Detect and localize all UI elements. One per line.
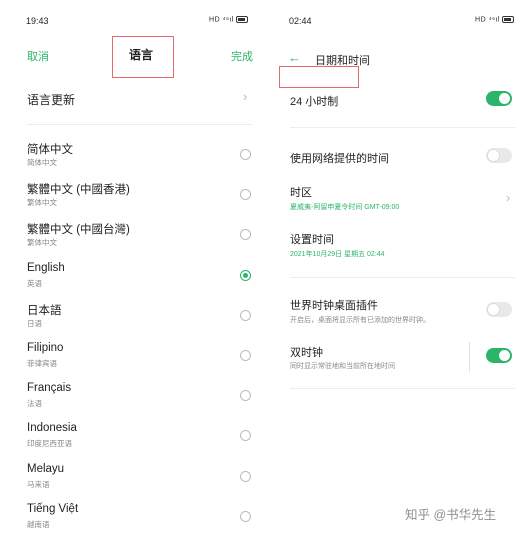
network-time-label: 使用网络提供的时间 xyxy=(290,153,389,165)
chevron-right-icon: › xyxy=(506,190,511,205)
radio-selected-icon[interactable] xyxy=(240,270,251,281)
language-item[interactable]: 繁體中文 (中國台灣) 繁体中文 xyxy=(27,221,257,255)
clock24-toggle[interactable] xyxy=(486,91,512,106)
language-native-label: 日语 xyxy=(27,319,42,328)
language-name: English xyxy=(27,262,65,274)
vertical-separator xyxy=(469,342,470,372)
divider xyxy=(27,124,252,125)
language-name: Filipino xyxy=(27,342,64,354)
radio-icon[interactable] xyxy=(240,350,251,361)
toggle-knob xyxy=(488,150,499,161)
back-arrow-icon[interactable]: ← xyxy=(288,50,301,65)
cancel-button[interactable]: 取消 xyxy=(27,48,49,64)
language-item[interactable]: Indonesia 印度尼西亚语 xyxy=(27,422,257,456)
highlight-box xyxy=(279,66,359,88)
toggle-knob xyxy=(499,93,510,104)
language-item[interactable]: English 英语 xyxy=(27,262,257,296)
set-time-label: 设置时间 xyxy=(290,234,334,246)
radio-icon[interactable] xyxy=(240,511,251,522)
language-name: 日本語 xyxy=(27,305,62,317)
battery-icon xyxy=(236,16,248,23)
date-time-screen: 02:44 HD ⁴⁶ıl ← 日期和时间 24 小时制 使用网络提供的时间 时… xyxy=(270,0,532,536)
status-icons: HD ⁴⁶ıl xyxy=(209,16,248,23)
language-name: 繁體中文 (中國香港) xyxy=(27,184,130,196)
world-clock-toggle[interactable] xyxy=(486,302,512,317)
divider xyxy=(290,277,515,278)
radio-icon[interactable] xyxy=(240,471,251,482)
dual-clock-toggle[interactable] xyxy=(486,348,512,363)
done-button[interactable]: 完成 xyxy=(231,48,253,64)
timezone-value: 夏威夷-阿留申夏令时间 GMT-09:00 xyxy=(290,204,400,211)
language-name: Melayu xyxy=(27,463,65,475)
toggle-knob xyxy=(499,350,510,361)
signal-icon: HD ⁴⁶ıl xyxy=(475,16,500,24)
language-screen: 19:43 HD ⁴⁶ıl 取消 语言 完成 语言更新 › 简体中文 简体中文 繁體… xyxy=(0,0,266,536)
language-item[interactable]: Tiếng Việt 越南语 xyxy=(27,503,257,536)
language-native-label: 越南语 xyxy=(27,520,50,529)
language-native-label: 菲律宾语 xyxy=(27,359,57,368)
language-item[interactable]: Français 法语 xyxy=(27,382,257,416)
toggle-knob xyxy=(488,304,499,315)
language-native-label: 马来语 xyxy=(27,480,50,489)
language-item[interactable]: 繁體中文 (中國香港) 繁体中文 xyxy=(27,181,257,215)
language-native-label: 印度尼西亚语 xyxy=(27,439,72,448)
radio-icon[interactable] xyxy=(240,390,251,401)
highlight-box xyxy=(112,36,174,78)
status-icons: HD ⁴⁶ıl xyxy=(475,16,514,23)
language-update-label: 语言更新 xyxy=(27,93,76,107)
world-clock-desc: 开启后，桌面将显示所有已添加的世界时钟。 xyxy=(290,317,430,324)
language-native-label: 繁体中文 xyxy=(27,238,57,247)
dual-clock-label: 双时钟 xyxy=(290,347,323,359)
language-item[interactable]: Filipino 菲律宾语 xyxy=(27,342,257,376)
radio-icon[interactable] xyxy=(240,189,251,200)
language-native-label: 简体中文 xyxy=(27,158,57,167)
language-name: Français xyxy=(27,382,72,394)
network-time-toggle[interactable] xyxy=(486,148,512,163)
dual-clock-desc: 同时显示常驻地和当前所在地时间 xyxy=(290,363,395,370)
language-item[interactable]: 简体中文 简体中文 xyxy=(27,141,257,175)
set-time-value: 2021年10月29日 星期五 02:44 xyxy=(290,251,385,258)
status-time: 19:43 xyxy=(26,16,49,26)
radio-icon[interactable] xyxy=(240,430,251,441)
clock24-label: 24 小时制 xyxy=(290,96,339,108)
language-item[interactable]: Melayu 马来语 xyxy=(27,463,257,497)
radio-icon[interactable] xyxy=(240,310,251,321)
signal-icon: HD ⁴⁶ıl xyxy=(209,16,234,24)
timezone-label: 时区 xyxy=(290,187,312,199)
chevron-right-icon: › xyxy=(243,89,248,104)
language-native-label: 繁体中文 xyxy=(27,198,57,207)
radio-icon[interactable] xyxy=(240,229,251,240)
world-clock-label: 世界时钟桌面插件 xyxy=(290,300,378,312)
status-time: 02:44 xyxy=(289,16,312,26)
language-name: 简体中文 xyxy=(27,144,73,156)
language-name: 繁體中文 (中國台灣) xyxy=(27,224,130,236)
language-item[interactable]: 日本語 日语 xyxy=(27,302,257,336)
language-name: Indonesia xyxy=(27,422,77,434)
language-native-label: 法语 xyxy=(27,399,42,408)
status-bar: 19:43 HD ⁴⁶ıl xyxy=(26,14,256,28)
radio-icon[interactable] xyxy=(240,149,251,160)
language-native-label: 英语 xyxy=(27,279,42,288)
battery-icon xyxy=(502,16,514,23)
watermark: 知乎 @书华先生 xyxy=(405,508,497,522)
divider xyxy=(290,388,515,389)
language-name: Tiếng Việt xyxy=(27,503,79,515)
divider xyxy=(290,127,515,128)
status-bar: 02:44 HD ⁴⁶ıl xyxy=(289,14,522,28)
